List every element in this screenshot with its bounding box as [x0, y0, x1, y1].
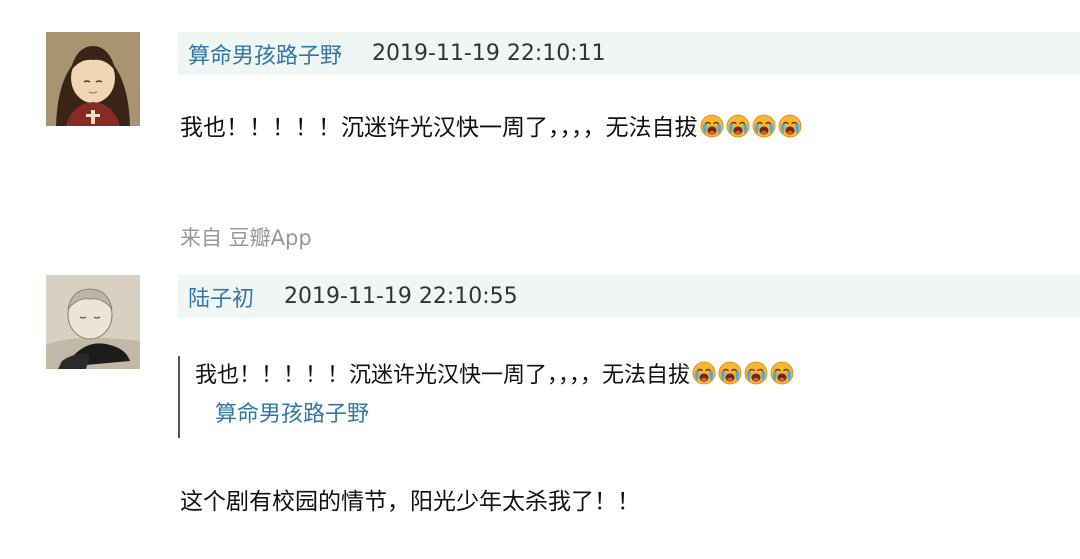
- comment-text: 这个剧有校园的情节，阳光少年太杀我了！！: [180, 489, 640, 515]
- author-link[interactable]: 算命男孩路子野: [188, 38, 342, 70]
- author-link[interactable]: 陆子初: [188, 281, 254, 313]
- avatar-image: [46, 275, 140, 369]
- quote-author-link[interactable]: 算命男孩路子野: [215, 396, 794, 434]
- avatar-image: [46, 32, 140, 126]
- comment-meta: 算命男孩路子野 2019-11-19 22:10:11: [178, 32, 1080, 75]
- source-label: 来自 豆瓣App: [180, 226, 312, 250]
- timestamp: 2019-11-19 22:10:55: [284, 284, 518, 309]
- loudly-crying-face-icon: [770, 361, 794, 385]
- loudly-crying-face-icon: [718, 361, 742, 385]
- quote-body: 我也！！！！！沉迷许光汉快一周了，，，，无法自拔: [195, 363, 691, 388]
- loudly-crying-face-icon: [752, 114, 776, 138]
- avatar[interactable]: [46, 275, 140, 369]
- loudly-crying-face-icon: [692, 361, 716, 385]
- comment-meta: 陆子初 2019-11-19 22:10:55: [178, 275, 1080, 318]
- loudly-crying-face-icon: [744, 361, 768, 385]
- quote-text: 我也！！！！！沉迷许光汉快一周了，，，，无法自拔: [195, 356, 794, 396]
- quoted-reply: 我也！！！！！沉迷许光汉快一周了，，，，无法自拔 算命男孩路子野: [178, 356, 794, 438]
- emoji-group: [690, 363, 794, 388]
- comment-text: 我也！！！！！沉迷许光汉快一周了，，，，无法自拔: [180, 108, 802, 142]
- comment-body: 我也！！！！！沉迷许光汉快一周了，，，，无法自拔: [180, 115, 698, 141]
- avatar[interactable]: [46, 32, 140, 126]
- emoji-group: [698, 115, 802, 141]
- timestamp: 2019-11-19 22:10:11: [372, 41, 606, 66]
- loudly-crying-face-icon: [778, 114, 802, 138]
- loudly-crying-face-icon: [726, 114, 750, 138]
- loudly-crying-face-icon: [700, 114, 724, 138]
